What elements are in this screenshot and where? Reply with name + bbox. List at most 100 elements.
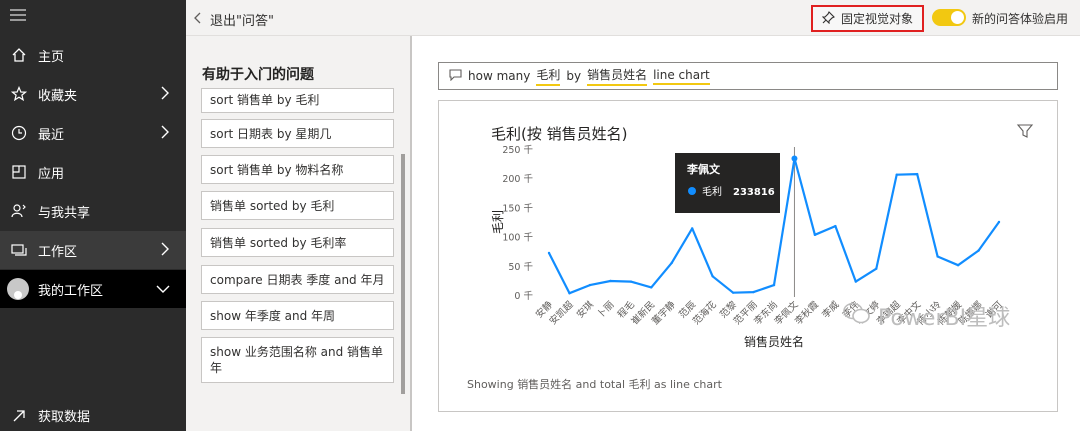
left-nav: 主页 收藏夹 最近 应用 与我共享 工作区 我的工作区 获取数据	[0, 0, 186, 431]
chat-bubble-icon	[449, 68, 462, 84]
data-point	[690, 227, 694, 230]
nav-item-shared[interactable]: 与我共享	[0, 192, 186, 230]
visual-footnote: Showing 销售员姓名 and total 毛利 as line chart	[467, 378, 722, 391]
x-tick-label: 卜丽	[595, 299, 616, 320]
suggestion-item[interactable]: sort 销售单 by 物料名称	[201, 155, 394, 184]
visual-card[interactable]: 毛利(按 销售员姓名) 0 千 50 千 100 千 150 千 200 千 250 千毛利…	[438, 100, 1058, 412]
data-point	[588, 283, 592, 287]
data-point	[875, 267, 878, 270]
data-point	[609, 279, 612, 283]
star-icon	[0, 86, 38, 102]
suggestion-item[interactable]: sort 销售单 by 毛利	[201, 88, 394, 113]
x-tick-label: 董宇静	[649, 298, 678, 327]
y-tick-label: 50 千	[508, 262, 533, 273]
data-point	[629, 280, 633, 283]
tooltip-value: 233816	[733, 187, 775, 198]
suggestion-item[interactable]: 销售单 sorted by 毛利	[201, 191, 394, 220]
data-point	[568, 292, 571, 295]
exit-qa-label: 退出"问答"	[210, 14, 274, 29]
x-axis-label: 销售员姓名	[744, 334, 804, 349]
pin-visual-label: 固定视觉对象	[840, 12, 913, 26]
x-tick-label: 范海花	[690, 298, 719, 327]
nav-item-workspaces[interactable]: 工作区	[0, 231, 186, 269]
qa-main-area: how many 毛利 by 销售员姓名 line chart 毛利(按 销售员…	[412, 36, 1080, 431]
tooltip-title: 李佩文	[686, 162, 721, 176]
exit-qa-button[interactable]: 退出"问答"	[194, 10, 274, 29]
data-point	[915, 172, 919, 176]
nav-item-label: 获取数据	[38, 410, 91, 425]
suggestions-scrollbar[interactable]	[401, 154, 405, 394]
question-text-by: by	[566, 69, 582, 83]
nav-item-label: 工作区	[38, 244, 78, 260]
tooltip-metric: 毛利	[702, 186, 722, 198]
data-point	[936, 255, 939, 258]
highlighted-point	[791, 155, 798, 162]
question-text-prefix: how many	[468, 69, 531, 83]
chevron-right-icon[interactable]	[160, 125, 170, 142]
data-point	[752, 290, 755, 294]
chevron-down-icon[interactable]	[156, 283, 170, 297]
suggestions-list: sort 销售单 by 毛利 sort 日期表 by 星期几 sort 销售单 …	[201, 86, 394, 431]
clock-icon	[0, 125, 38, 141]
nav-item-label: 收藏夹	[38, 88, 78, 104]
question-input[interactable]: how many 毛利 by 销售员姓名 line chart	[438, 62, 1058, 90]
new-qa-toggle[interactable]	[932, 9, 966, 26]
pin-visual-button[interactable]: 固定视觉对象	[811, 5, 924, 32]
y-tick-label: 100 千	[502, 233, 533, 244]
data-point	[834, 224, 837, 228]
data-point	[547, 251, 551, 255]
data-point	[813, 233, 817, 237]
suggestion-item[interactable]: 销售单 sorted by 毛利率	[201, 228, 394, 257]
data-point	[854, 280, 858, 283]
filter-icon[interactable]	[1016, 124, 1034, 138]
watermark: PowerBI星球	[842, 300, 1010, 332]
x-tick-label: 安琪	[574, 298, 596, 320]
x-tick-label: 李威	[820, 298, 842, 320]
nav-item-home[interactable]: 主页	[0, 36, 186, 74]
avatar	[7, 278, 29, 300]
nav-item-recent[interactable]: 最近	[0, 114, 186, 152]
x-tick-label: 李秋霞	[792, 298, 821, 327]
workspaces-icon	[0, 242, 38, 258]
nav-item-label: 应用	[38, 166, 65, 182]
watermark-text: PowerBI星球	[878, 306, 1011, 331]
y-tick-label: 0 千	[514, 291, 533, 302]
nav-item-get-data[interactable]: 获取数据	[0, 400, 186, 431]
data-point	[772, 283, 776, 287]
home-icon	[0, 47, 38, 63]
tooltip-series-dot	[688, 187, 696, 195]
top-bar: 退出"问答" 固定视觉对象 新的问答体验启用	[186, 0, 1080, 36]
shared-people-icon	[0, 203, 38, 219]
data-point	[670, 261, 673, 265]
suggestions-title: 有助于入门的问题	[202, 67, 314, 83]
nav-item-favorites[interactable]: 收藏夹	[0, 75, 186, 113]
wechat-icon	[842, 301, 872, 331]
y-tick-label: 150 千	[502, 203, 533, 214]
question-term-salesperson: 销售员姓名	[587, 66, 648, 86]
y-tick-label: 200 千	[502, 174, 533, 185]
nav-item-label: 最近	[38, 127, 65, 143]
question-term-linechart: line chart	[653, 68, 710, 85]
suggestion-item[interactable]: compare 日期表 季度 and 年月	[201, 265, 394, 294]
x-tick-label: 安凯超	[547, 298, 576, 327]
y-axis-label: 毛利	[491, 210, 505, 234]
nav-item-label: 我的工作区	[38, 283, 104, 299]
suggestion-item[interactable]: sort 日期表 by 星期几	[201, 119, 394, 148]
suggestion-item[interactable]: show 业务范围名称 and 销售单年	[201, 337, 394, 383]
hamburger-menu-icon[interactable]	[10, 9, 26, 23]
data-point	[711, 275, 714, 278]
nav-item-label: 主页	[38, 49, 65, 65]
chart-title: 毛利(按 销售员姓名)	[491, 125, 627, 143]
nav-item-apps[interactable]: 应用	[0, 153, 186, 191]
new-qa-toggle-label: 新的问答体验启用	[972, 12, 1069, 26]
data-point	[977, 249, 980, 252]
data-point	[956, 264, 960, 267]
chevron-right-icon[interactable]	[160, 86, 170, 103]
suggestion-item[interactable]: show 年季度 and 年周	[201, 301, 394, 330]
question-term-profit: 毛利	[536, 66, 561, 86]
suggestions-panel: 有助于入门的问题 sort 销售单 by 毛利 sort 日期表 by 星期几 …	[186, 36, 410, 431]
nav-item-my-workspace[interactable]: 我的工作区	[0, 270, 186, 308]
chevron-right-icon[interactable]	[160, 242, 170, 259]
data-point	[895, 173, 898, 176]
chevron-left-icon	[194, 12, 202, 28]
